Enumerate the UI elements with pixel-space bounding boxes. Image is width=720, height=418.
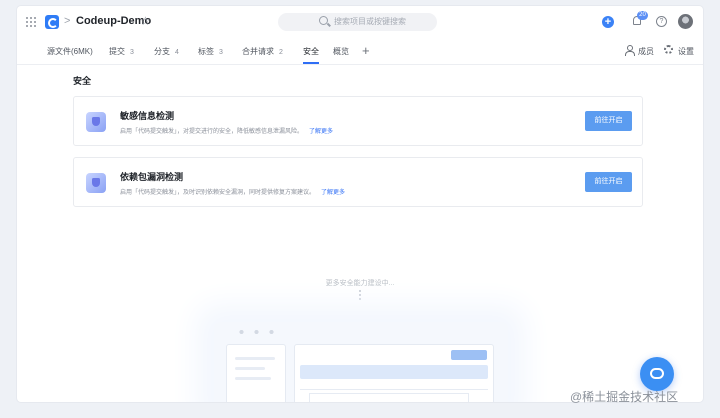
search-placeholder: 搜索项目或按键搜索	[334, 17, 406, 26]
page-title: 安全	[73, 76, 92, 86]
vertical-dots-divider	[359, 289, 361, 301]
card-title: 依赖包漏洞检测	[120, 172, 184, 182]
app-window: > Codeup-Demo ☆ 搜索项目或按键搜索 + 20 ? 源文件(6MK…	[17, 6, 703, 402]
gear-icon	[664, 45, 673, 54]
star-icon[interactable]: ☆	[140, 14, 151, 28]
more-coming-text: 更多安全能力建设中...	[325, 280, 395, 287]
notification-badge: 20	[637, 11, 648, 20]
tab-overview[interactable]: 概览	[333, 46, 349, 57]
chat-support-button[interactable]	[640, 357, 674, 391]
tab-add-button[interactable]: +	[362, 43, 370, 58]
search-input[interactable]: 搜索项目或按键搜索	[278, 13, 437, 31]
search-icon	[319, 16, 328, 25]
app-grid-icon[interactable]	[26, 17, 36, 27]
learn-more-link[interactable]: 了解更多	[321, 190, 345, 196]
tab-files[interactable]: 源文件(6MK)	[47, 46, 93, 57]
watermark: @稀土掘金技术社区	[570, 390, 679, 404]
breadcrumb-separator: >	[64, 15, 71, 27]
card-description: 启用「代码提交触发」，及时识别依赖安全漏洞，同时提供修复方案建议。 了解更多	[120, 190, 346, 196]
settings-link[interactable]: 设置	[678, 46, 694, 57]
enable-button[interactable]: 前往开启	[585, 111, 632, 131]
avatar[interactable]	[678, 14, 693, 29]
add-button[interactable]: +	[602, 16, 614, 28]
enable-button[interactable]: 前往开启	[585, 172, 632, 192]
members-icon	[625, 45, 635, 56]
security-card-dependency-vuln: 依赖包漏洞检测 启用「代码提交触发」，及时识别依赖安全漏洞，同时提供修复方案建议…	[73, 157, 643, 207]
members-link[interactable]: 成员	[638, 46, 654, 57]
card-description: 启用「代码提交触发」，对提交进行的安全，降低敏感信息泄漏风险。 了解更多	[120, 129, 334, 135]
placeholder-illustration	[214, 322, 508, 402]
card-title: 敏感信息检测	[120, 111, 175, 121]
tab-tags[interactable]: 标签 3	[198, 46, 223, 57]
tab-security[interactable]: 安全	[303, 46, 319, 64]
tab-commits[interactable]: 提交 3	[109, 46, 134, 57]
repo-tabs: 源文件(6MK) 提交 3 分支 4 标签 3 合并请求 2 安全 概览 + 成员 设置	[17, 41, 703, 65]
security-card-sensitive-info: 敏感信息检测 启用「代码提交触发」，对提交进行的安全，降低敏感信息泄漏风险。 了解…	[73, 96, 643, 146]
chat-icon	[650, 368, 664, 379]
shield-icon	[86, 112, 106, 132]
learn-more-link[interactable]: 了解更多	[309, 129, 333, 135]
tab-merge-requests[interactable]: 合并请求 2	[242, 46, 283, 57]
shield-icon	[86, 173, 106, 193]
codeup-logo-icon[interactable]	[45, 15, 59, 29]
top-bar: > Codeup-Demo ☆ 搜索项目或按键搜索 + 20 ?	[17, 6, 703, 38]
tab-branches[interactable]: 分支 4	[154, 46, 179, 57]
help-icon[interactable]: ?	[656, 16, 667, 27]
